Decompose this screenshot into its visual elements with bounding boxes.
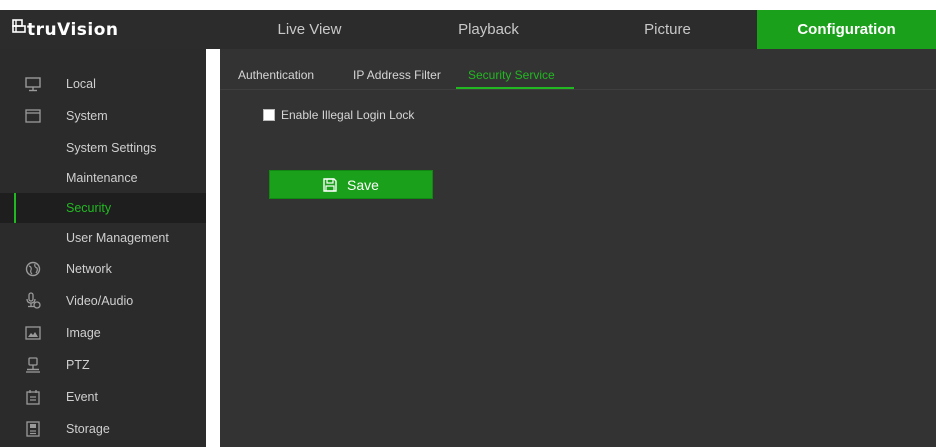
logo-text: truVision — [27, 19, 119, 40]
sidebar-item-label: User Management — [66, 231, 169, 245]
nav-playback[interactable]: Playback — [399, 10, 578, 49]
sidebar-item-network[interactable]: Network — [0, 254, 206, 284]
tab-security-service[interactable]: Security Service — [468, 68, 555, 82]
nav-live-view[interactable]: Live View — [220, 10, 399, 49]
globe-icon — [24, 260, 42, 278]
sidebar-item-label: PTZ — [66, 358, 90, 372]
sidebar-item-label: Security — [66, 201, 112, 215]
nav-picture[interactable]: Picture — [578, 10, 757, 49]
main-content: Authentication IP Address Filter Securit… — [220, 49, 936, 447]
sidebar-item-maintenance[interactable]: Maintenance — [0, 163, 206, 193]
image-icon — [24, 324, 42, 342]
sidebar-item-event[interactable]: Event — [0, 382, 206, 412]
sidebar-item-label: Image — [66, 326, 101, 340]
active-tab-indicator — [456, 87, 574, 89]
save-button[interactable]: Save — [269, 170, 433, 199]
save-button-label: Save — [347, 176, 379, 193]
illegal-login-lock-checkbox[interactable] — [263, 109, 275, 121]
save-icon — [323, 177, 337, 192]
sidebar-item-label: Local — [66, 77, 96, 91]
logo-mark-icon — [12, 18, 26, 37]
sidebar-item-security[interactable]: Security — [0, 193, 206, 223]
sidebar-item-label: Event — [66, 390, 98, 404]
sidebar-item-video-audio[interactable]: Video/Audio — [0, 286, 206, 316]
tab-bar: Authentication IP Address Filter Securit… — [220, 49, 936, 90]
sidebar-item-local[interactable]: Local — [0, 69, 206, 99]
sidebar-item-label: System Settings — [66, 141, 157, 155]
microphone-icon — [24, 292, 42, 310]
tab-ip-address-filter[interactable]: IP Address Filter — [353, 68, 441, 82]
sidebar-item-label: Maintenance — [66, 171, 138, 185]
sidebar-item-label: Video/Audio — [66, 294, 134, 308]
divider-gap — [206, 49, 220, 447]
sidebar-item-image[interactable]: Image — [0, 318, 206, 348]
window-icon — [24, 107, 42, 125]
ptz-camera-icon — [24, 356, 42, 374]
sidebar-item-label: Network — [66, 262, 112, 276]
nav-configuration[interactable]: Configuration — [757, 10, 936, 49]
storage-icon — [24, 420, 42, 438]
sidebar-item-ptz[interactable]: PTZ — [0, 350, 206, 380]
top-navigation-bar: truVision Live View Playback Picture Con… — [0, 10, 936, 49]
sidebar-item-user-management[interactable]: User Management — [0, 223, 206, 253]
calendar-icon — [24, 388, 42, 406]
sidebar-item-system-settings[interactable]: System Settings — [0, 133, 206, 163]
monitor-icon — [24, 75, 42, 93]
illegal-login-lock-label: Enable Illegal Login Lock — [281, 108, 415, 122]
sidebar-item-storage[interactable]: Storage — [0, 414, 206, 444]
sidebar: Local System System Settings Maintenance… — [0, 49, 206, 447]
brand-logo: truVision — [0, 10, 220, 49]
sidebar-item-label: Storage — [66, 422, 110, 436]
sidebar-item-label: System — [66, 109, 108, 123]
sidebar-item-system[interactable]: System — [0, 101, 206, 131]
tab-authentication[interactable]: Authentication — [238, 68, 314, 82]
illegal-login-lock-row: Enable Illegal Login Lock — [263, 108, 414, 122]
